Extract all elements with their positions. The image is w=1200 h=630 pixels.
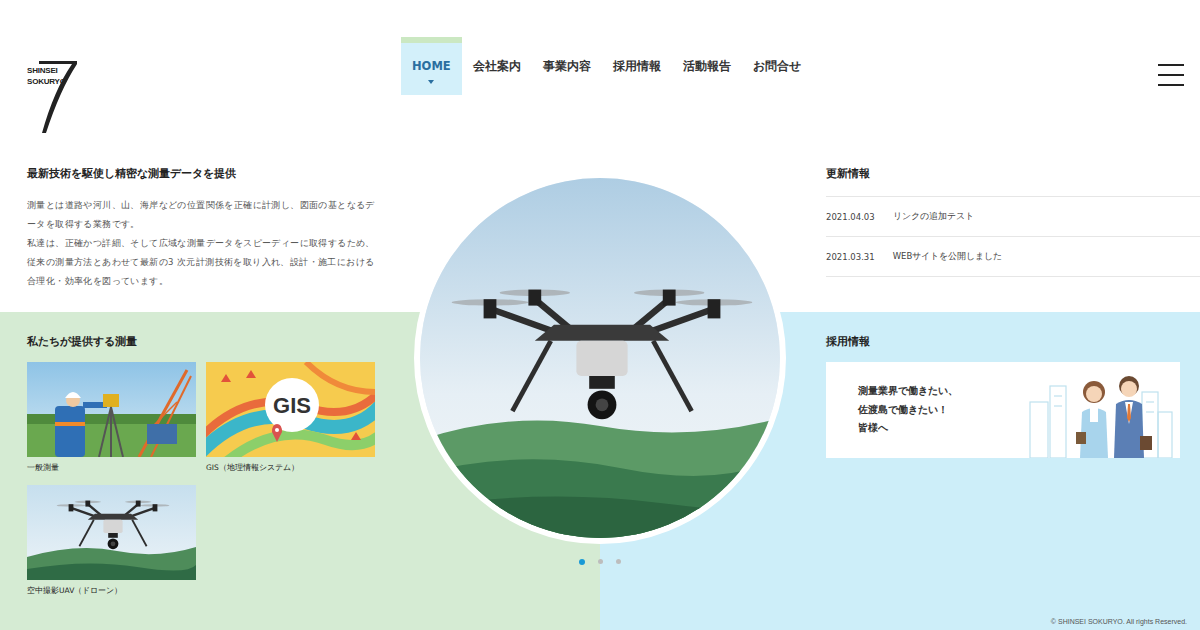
nav-item[interactable]: お問合せ bbox=[742, 37, 812, 95]
intro-paragraph: 測量とは道路や河川、山、海岸などの位置関係を正確に計測し、図面の基となるデータを… bbox=[27, 196, 375, 234]
recruit-text: 測量業界で働きたい、佐渡島で働きたい！皆様へ bbox=[826, 362, 958, 458]
nav-label: HOME bbox=[412, 59, 451, 73]
menu-bar bbox=[1158, 64, 1184, 66]
news-list: 2021.04.03 リンクの追加テスト2021.03.31 WEBサイトを公開… bbox=[826, 196, 1200, 277]
gis-illustration: GIS bbox=[206, 362, 375, 457]
nav-item[interactable]: 事業内容 bbox=[532, 37, 602, 95]
nav-item[interactable]: 活動報告 bbox=[672, 37, 742, 95]
nav-label: 活動報告 bbox=[683, 59, 731, 74]
nav-label: 会社案内 bbox=[473, 59, 521, 74]
service-card[interactable]: 一般測量 bbox=[27, 362, 196, 473]
recruit-line: 皆様へ bbox=[858, 419, 958, 438]
slider-dot[interactable] bbox=[598, 559, 603, 564]
caret-icon bbox=[428, 80, 434, 84]
service-card[interactable]: 空中撮影UAV（ドローン） bbox=[27, 485, 196, 596]
service-card[interactable]: GIS GIS（地理情報システム） bbox=[206, 362, 375, 473]
drone-photo bbox=[27, 485, 196, 580]
hamburger-menu-icon[interactable] bbox=[1158, 64, 1184, 86]
slider-dot[interactable] bbox=[616, 559, 621, 564]
recruit-line: 佐渡島で働きたい！ bbox=[858, 401, 958, 420]
service-label: GIS（地理情報システム） bbox=[206, 462, 375, 473]
recruit-card[interactable]: 測量業界で働きたい、佐渡島で働きたい！皆様へ bbox=[826, 362, 1180, 458]
drone-icon bbox=[57, 501, 170, 550]
nav-label: お問合せ bbox=[753, 59, 801, 74]
main-nav: HOME 会社案内 事業内容 採用情報 活動報告 お問合せ bbox=[401, 0, 812, 150]
nav-label: 事業内容 bbox=[543, 59, 591, 74]
nav-item[interactable]: 採用情報 bbox=[602, 37, 672, 95]
news-title: 更新情報 bbox=[826, 166, 1200, 180]
news-text: WEBサイトを公開しました bbox=[893, 251, 1003, 263]
surveyor-photo bbox=[27, 362, 196, 457]
logo-area: SHINSEI SOKURYO bbox=[0, 0, 401, 150]
logo-text: SHINSEI bbox=[27, 65, 79, 76]
page: SHINSEI SOKURYO HOME 会社案内 事業内容 採用情報 活動報告… bbox=[0, 0, 1200, 630]
footer: © SHINSEI SOKURYO. All rights Reserved. bbox=[1051, 618, 1200, 630]
slider-dots bbox=[579, 559, 621, 565]
menu-area bbox=[812, 0, 1200, 150]
nav-item[interactable]: 会社案内 bbox=[462, 37, 532, 95]
news: 更新情報 2021.04.03 リンクの追加テスト2021.03.31 WEBサ… bbox=[826, 150, 1200, 312]
news-date: 2021.03.31 bbox=[826, 252, 875, 262]
intro-title: 最新技術を駆使し精密な測量データを提供 bbox=[27, 166, 375, 180]
service-image: GIS bbox=[206, 362, 375, 457]
header: SHINSEI SOKURYO HOME 会社案内 事業内容 採用情報 活動報告… bbox=[0, 0, 1200, 150]
intro: 最新技術を駆使し精密な測量データを提供 測量とは道路や河川、山、海岸などの位置関… bbox=[0, 150, 375, 312]
drone-icon bbox=[452, 290, 753, 420]
intro-text: 測量とは道路や河川、山、海岸などの位置関係を正確に計測し、図面の基となるデータを… bbox=[27, 196, 375, 291]
news-date: 2021.04.03 bbox=[826, 212, 875, 222]
recruit-title: 採用情報 bbox=[826, 334, 1200, 348]
gis-badge: GIS bbox=[273, 393, 311, 418]
recruit-line: 測量業界で働きたい、 bbox=[858, 382, 958, 401]
news-item[interactable]: 2021.03.31 WEBサイトを公開しました bbox=[826, 237, 1200, 277]
intro-paragraph: 私達は、正確かつ詳細、そして広域な測量データをスピーディーに取得するため、従来の… bbox=[27, 234, 375, 291]
service-image bbox=[27, 362, 196, 457]
news-text: リンクの追加テスト bbox=[893, 211, 974, 223]
business-people-icon bbox=[1024, 362, 1174, 458]
hero-drone-photo bbox=[420, 178, 780, 538]
menu-bar bbox=[1158, 74, 1184, 76]
hero-slider bbox=[414, 172, 786, 544]
logo-text: SOKURYO bbox=[27, 76, 79, 87]
nav-item[interactable]: HOME bbox=[401, 37, 462, 95]
news-item[interactable]: 2021.04.03 リンクの追加テスト bbox=[826, 197, 1200, 237]
slider-dot[interactable] bbox=[579, 559, 585, 565]
logo[interactable]: SHINSEI SOKURYO bbox=[27, 60, 79, 134]
nav-label: 採用情報 bbox=[613, 59, 661, 74]
service-image bbox=[27, 485, 196, 580]
menu-bar bbox=[1158, 84, 1184, 86]
service-label: 空中撮影UAV（ドローン） bbox=[27, 585, 196, 596]
service-label: 一般測量 bbox=[27, 462, 196, 473]
